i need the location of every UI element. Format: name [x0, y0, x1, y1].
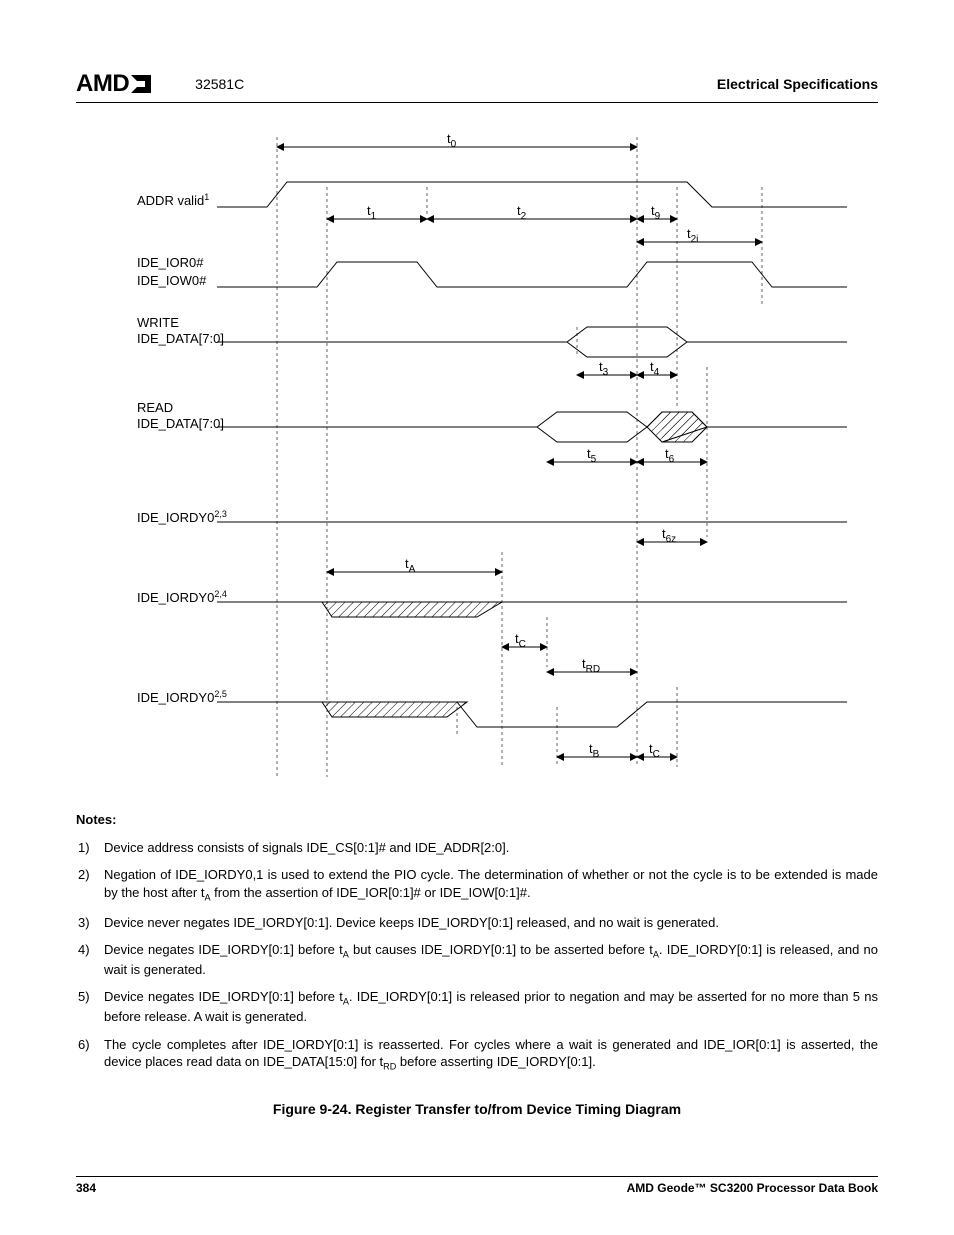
note-item: Device address consists of signals IDE_C…: [76, 839, 878, 857]
amd-mark-icon: [131, 75, 151, 93]
page-header: AMD 32581C Electrical Specifications: [76, 70, 878, 103]
svg-text:ADDR valid1: ADDR valid1: [137, 192, 209, 208]
page: AMD 32581C Electrical Specifications: [0, 0, 954, 1235]
figure-caption: Figure 9-24. Register Transfer to/from D…: [76, 1101, 878, 1117]
notes-section: Notes: Device address consists of signal…: [76, 811, 878, 1073]
page-number: 384: [76, 1181, 96, 1195]
svg-text:tRD: tRD: [582, 656, 600, 675]
note-item: The cycle completes after IDE_IORDY[0:1]…: [76, 1036, 878, 1073]
svg-text:IDE_IORDY02,3: IDE_IORDY02,3: [137, 509, 227, 525]
svg-text:IDE_DATA[7:0]: IDE_DATA[7:0]: [137, 331, 224, 346]
svg-text:IDE_IORDY02,5: IDE_IORDY02,5: [137, 689, 227, 705]
note-item: Device negates IDE_IORDY[0:1] before tA.…: [76, 988, 878, 1025]
svg-text:READ: READ: [137, 400, 173, 415]
notes-list: Device address consists of signals IDE_C…: [76, 839, 878, 1074]
timing-diagram: t0 ADDR valid1 t1 t2 t9 t2i IDE_IOR0# ID…: [76, 127, 878, 787]
svg-text:IDE_IORDY02,4: IDE_IORDY02,4: [137, 589, 227, 605]
note-item: Negation of IDE_IORDY0,1 is used to exte…: [76, 866, 878, 903]
svg-text:IDE_IOR0#: IDE_IOR0#: [137, 255, 204, 270]
doc-code: 32581C: [195, 76, 244, 92]
note-item: Device negates IDE_IORDY[0:1] before tA …: [76, 941, 878, 978]
section-title: Electrical Specifications: [717, 76, 878, 92]
note-item: Device never negates IDE_IORDY[0:1]. Dev…: [76, 914, 878, 932]
svg-text:IDE_DATA[7:0]: IDE_DATA[7:0]: [137, 416, 224, 431]
svg-text:WRITE: WRITE: [137, 315, 179, 330]
svg-text:IDE_IOW0#: IDE_IOW0#: [137, 273, 207, 288]
notes-heading: Notes:: [76, 811, 878, 829]
amd-logo: AMD: [76, 70, 151, 98]
logo-text: AMD: [76, 70, 129, 98]
book-title: AMD Geode™ SC3200 Processor Data Book: [627, 1181, 878, 1195]
page-footer: 384 AMD Geode™ SC3200 Processor Data Boo…: [76, 1176, 878, 1195]
